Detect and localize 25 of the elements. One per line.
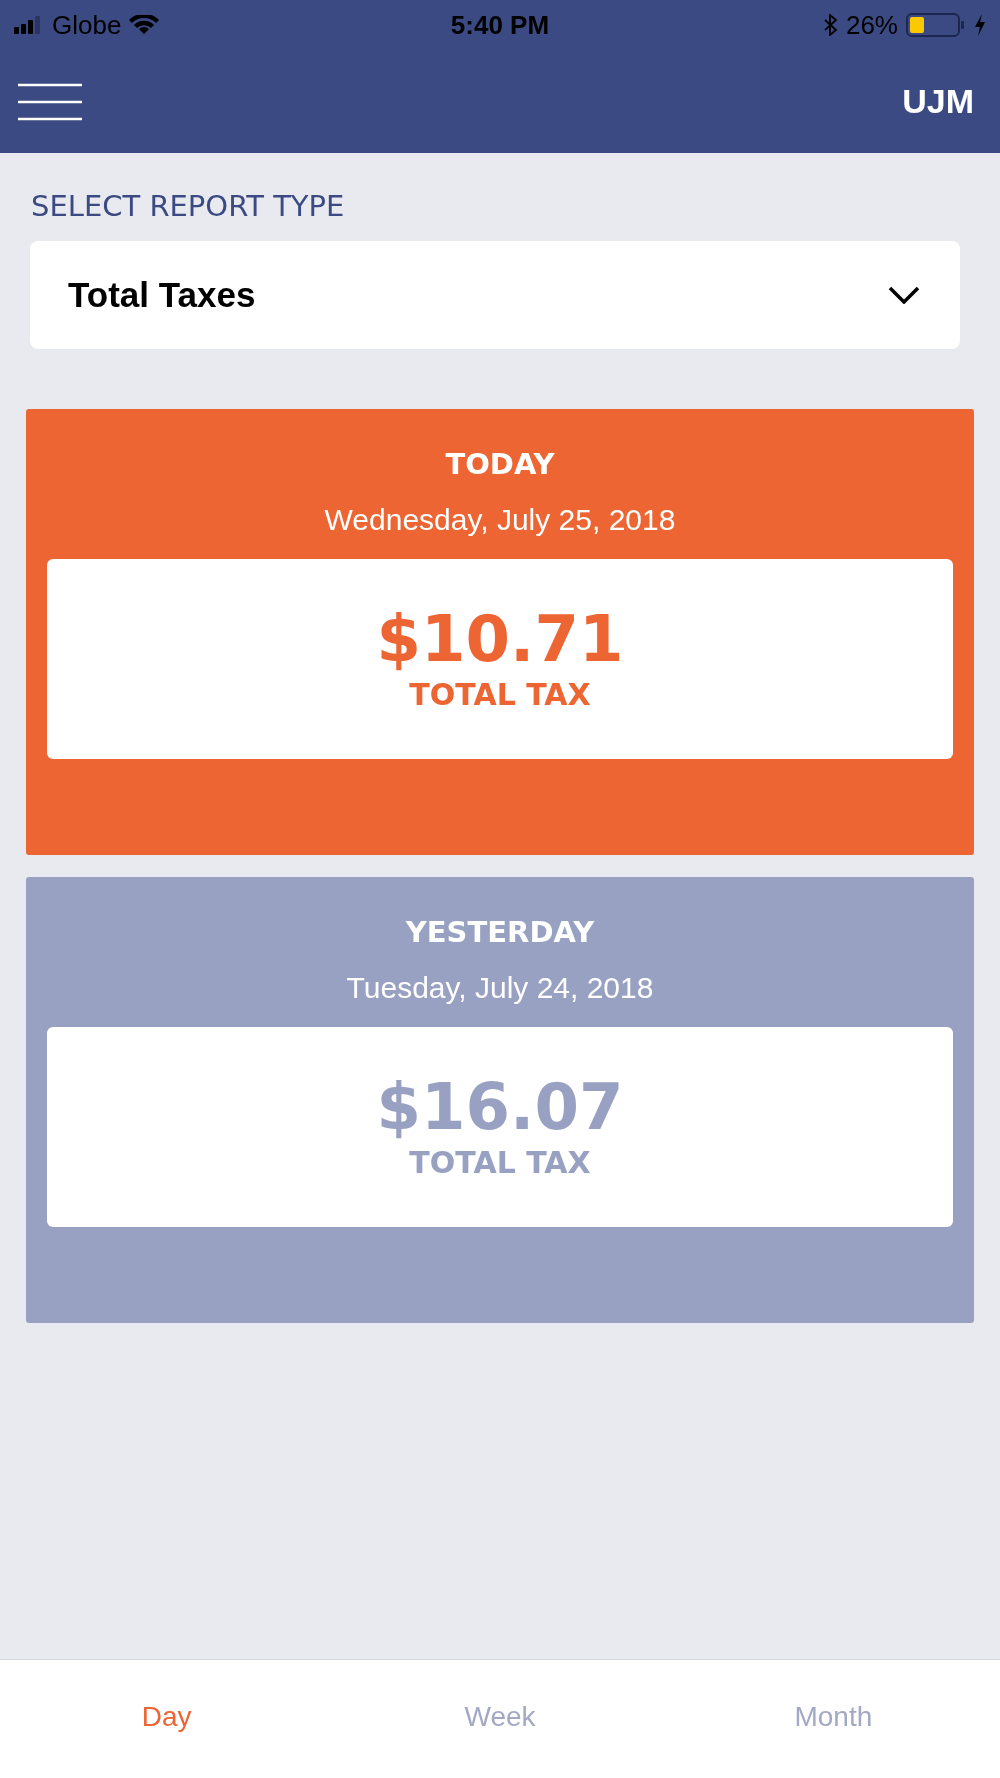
card-date: Tuesday, July 24, 2018 bbox=[346, 971, 654, 1005]
card-title: YESTERDAY bbox=[405, 915, 595, 949]
tax-caption: TOTAL TAX bbox=[409, 1144, 591, 1180]
report-type-label: SELECT REPORT TYPE bbox=[31, 189, 346, 223]
card-title: TODAY bbox=[445, 447, 555, 481]
period-tab[interactable]: Day bbox=[0, 1660, 334, 1778]
report-type-dropdown[interactable]: Total Taxes bbox=[30, 241, 960, 349]
menu-icon bbox=[18, 82, 82, 121]
card-date: Wednesday, July 25, 2018 bbox=[324, 503, 676, 537]
period-tab[interactable]: Week bbox=[333, 1660, 667, 1778]
tax-amount: $16.07 bbox=[376, 1074, 624, 1139]
menu-button[interactable] bbox=[18, 82, 82, 121]
charging-icon bbox=[974, 14, 986, 36]
bluetooth-icon bbox=[823, 14, 838, 36]
battery-icon bbox=[906, 13, 966, 37]
period-tab[interactable]: Month bbox=[666, 1660, 1000, 1778]
battery-percent: 26% bbox=[845, 9, 898, 41]
tax-amount: $10.71 bbox=[376, 606, 624, 671]
wifi-icon bbox=[129, 15, 160, 35]
user-initials[interactable]: UJM bbox=[902, 82, 974, 121]
carrier-name: Globe bbox=[52, 9, 122, 41]
tax-caption: TOTAL TAX bbox=[409, 676, 591, 712]
status-time: 5:40 PM bbox=[450, 9, 550, 41]
chevron-down-icon bbox=[888, 286, 920, 304]
report-type-value: Total Taxes bbox=[68, 275, 256, 315]
